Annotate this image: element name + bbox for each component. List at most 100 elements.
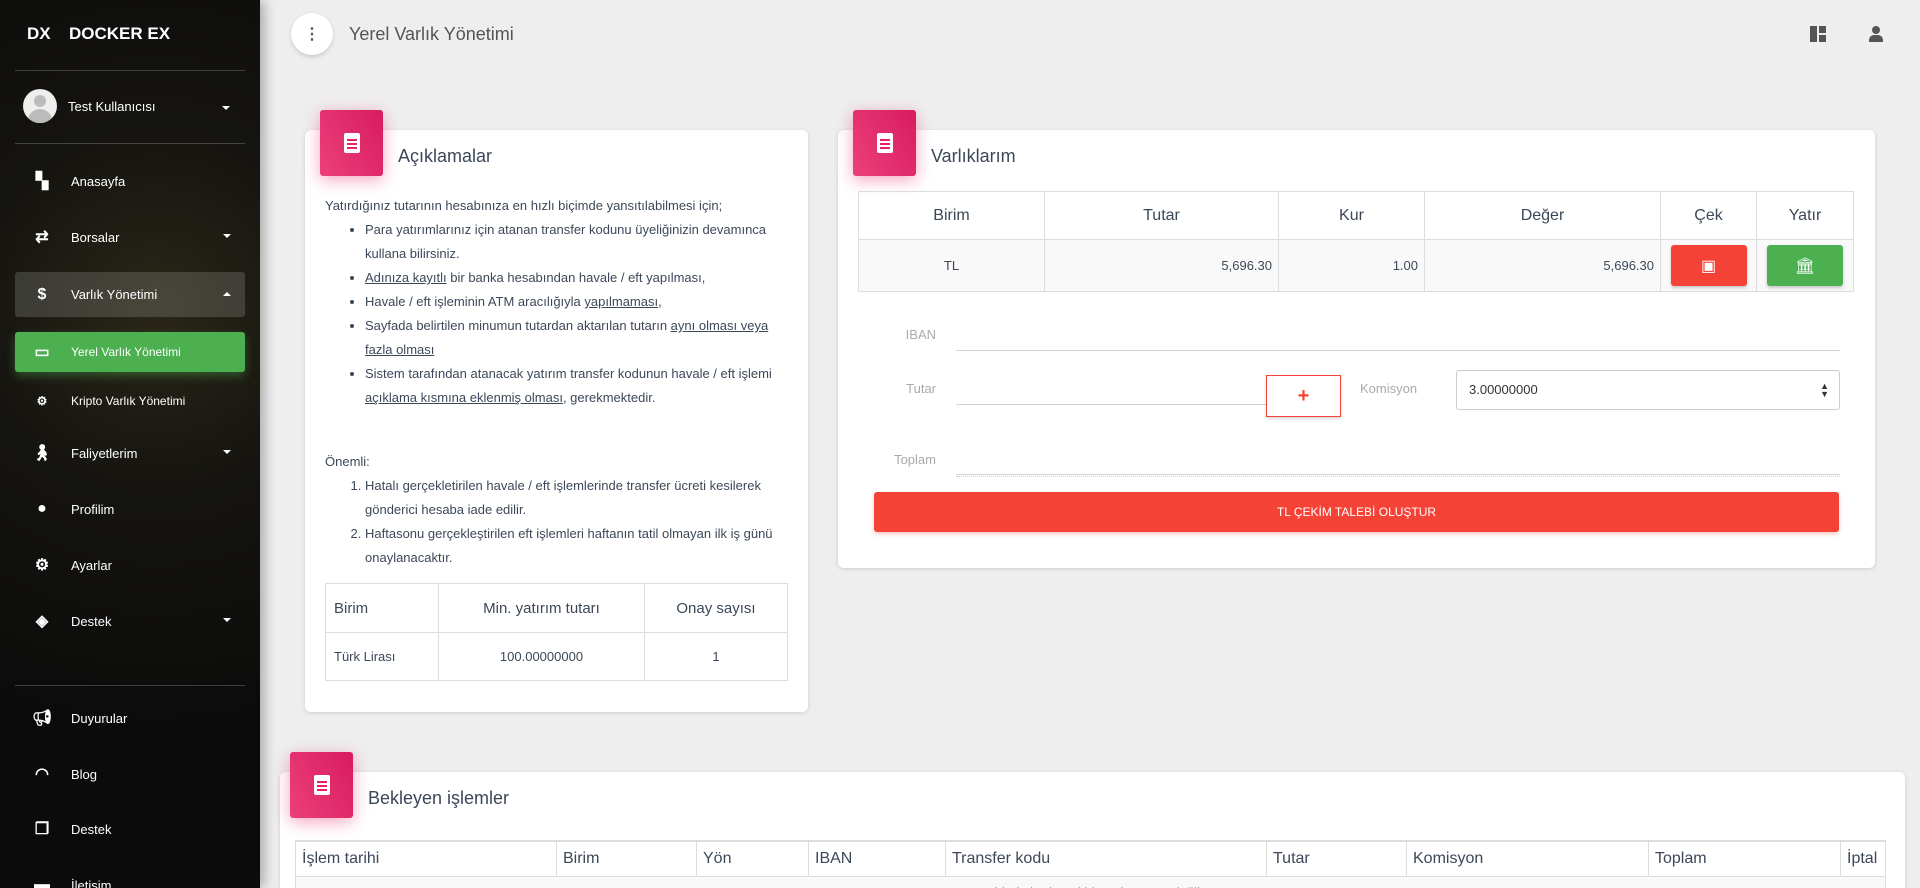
komisyon-label: Komisyon <box>1360 381 1418 396</box>
sidebar-item-destek-docs[interactable]: ❐ Destek <box>15 809 245 849</box>
table-header: Birim Min. yatırım tutarı Onay sayısı <box>325 583 788 633</box>
nav-label: Borsalar <box>71 229 120 245</box>
gear-icon: ⚙ <box>34 557 50 574</box>
dollar-icon: $ <box>37 285 47 303</box>
tutar-input[interactable] <box>956 404 1266 405</box>
sidebar-item-anasayfa[interactable]: ▚ Anasayfa <box>15 161 245 201</box>
sidebar-item-yerel-varlik[interactable]: ▭ Yerel Varlık Yönetimi <box>15 332 245 372</box>
iban-input[interactable] <box>956 350 1840 351</box>
sidebar-item-kripto-varlik[interactable]: ⚙ Kripto Varlık Yönetimi <box>15 381 245 421</box>
wallet-icon: ▣ <box>1700 257 1717 275</box>
chevron-down-icon <box>222 106 230 110</box>
ticket-icon: ◈ <box>35 613 49 630</box>
column-header: Yatır <box>1756 191 1854 240</box>
nav-label: İletişim <box>71 877 112 888</box>
nav-label: Profilim <box>71 501 115 517</box>
dashboard-icon <box>1810 26 1817 42</box>
bullet-text: , <box>658 294 662 309</box>
sidebar-item-borsalar[interactable]: ⇄ Borsalar <box>15 217 245 257</box>
sidebar-item-destek[interactable]: ◈ Destek <box>15 601 245 641</box>
page-title: Yerel Varlık Yönetimi <box>349 24 514 44</box>
money-icon: ▭ <box>34 344 50 361</box>
column-header: Onay sayısı <box>644 583 788 633</box>
bullet-text: , gerekmektedir. <box>562 390 656 405</box>
bullet-text: Sayfada belirtilen minumun tutardan akta… <box>365 318 671 333</box>
max-amount-button[interactable]: + <box>1266 375 1341 417</box>
note: Haftasonu gerçekleştirilen eft işlemleri… <box>365 522 795 570</box>
column-header[interactable]: Komisyon <box>1406 840 1649 877</box>
komisyon-select[interactable]: 3.00000000 ▲ ▼ <box>1456 370 1840 410</box>
card-title: Varlıklarım <box>931 146 1016 166</box>
sidebar-item-iletisim[interactable]: ▬ İletişim <box>15 865 245 888</box>
important-heading: Önemli: <box>325 454 370 469</box>
divider <box>15 685 245 686</box>
sidebar-item-varlik-yonetimi[interactable]: $ Varlık Yönetimi <box>15 272 245 317</box>
submit-withdraw-button[interactable]: TL ÇEKİM TALEBİ OLUŞTUR <box>874 492 1839 532</box>
table-header: İşlem tarihi Birim Yön IBAN Transfer kod… <box>295 840 1886 877</box>
cell: 5,696.30 <box>1424 239 1661 292</box>
sidebar-item-faliyetlerim[interactable]: 🚶︎ Faliyetlerim <box>15 433 245 473</box>
column-header: Tutar <box>1044 191 1279 240</box>
logo-text[interactable]: DOCKER EX <box>69 24 170 44</box>
nav-label: Blog <box>71 766 98 782</box>
person-icon <box>1872 26 1880 34</box>
documents-icon: ❐ <box>34 821 50 838</box>
bullet-text: Sistem tarafından atanacak yatırım trans… <box>365 366 772 381</box>
nav-label: Destek <box>71 613 112 629</box>
divider <box>15 70 245 71</box>
logo-mini[interactable]: DX <box>27 24 51 44</box>
card-title: Bekleyen işlemler <box>368 788 510 808</box>
dashboard-button[interactable] <box>1810 26 1826 42</box>
bullet: Sayfada belirtilen minumun tutardan akta… <box>365 314 795 362</box>
bullet: Para yatırımlarınız için atanan transfer… <box>365 218 795 266</box>
table-row: TL 5,696.30 1.00 5,696.30 ▣ 🏛︎ <box>858 239 1854 292</box>
bullet-text: bir banka hesabından havale / eft yapılm… <box>446 270 706 285</box>
cell: 5,696.30 <box>1044 239 1279 292</box>
user-menu[interactable]: Test Kullanıcısı <box>0 86 260 126</box>
user-name: Test Kullanıcısı <box>68 99 156 114</box>
bullet-emph: açıklama kısmına eklenmiş olması <box>365 390 563 405</box>
note: Hatalı gerçekletirilen havale / eft işle… <box>365 474 795 522</box>
sidebar-item-duyurular[interactable]: 📢︎ Duyurular <box>15 698 245 738</box>
column-header[interactable]: Tutar <box>1266 840 1407 877</box>
column-header[interactable]: İşlem tarihi <box>295 840 557 877</box>
min-deposit-table: Birim Min. yatırım tutarı Onay sayısı Tü… <box>325 583 788 681</box>
column-header[interactable]: Birim <box>556 840 697 877</box>
cell: 🏛︎ <box>1756 239 1854 292</box>
sidebar: DX DOCKER EX Test Kullanıcısı ▚ Anasayfa … <box>0 0 260 888</box>
bullet: Sistem tarafından atanacak yatırım trans… <box>365 362 795 410</box>
dashboard-icon-part <box>1819 26 1826 33</box>
clipboard-icon <box>313 775 330 795</box>
table-row: Tabloda herhangi bir veri mevcut değil <box>295 875 1886 888</box>
sidebar-item-ayarlar[interactable]: ⚙ Ayarlar <box>15 545 245 585</box>
column-header[interactable]: IBAN <box>808 840 946 877</box>
swap-icon: ⇄ <box>35 229 49 246</box>
toplam-input[interactable] <box>956 474 1840 477</box>
column-header[interactable]: Transfer kodu <box>945 840 1267 877</box>
empty-message: Tabloda herhangi bir veri mevcut değil <box>295 875 1886 888</box>
table-row: Türk Lirası 100.00000000 1 <box>325 632 788 681</box>
komisyon-value: 3.00000000 <box>1469 382 1538 397</box>
bank-icon: 🏛︎ <box>1794 257 1816 275</box>
tutar-label: Tutar <box>906 381 936 396</box>
column-header[interactable]: İptal <box>1840 840 1886 877</box>
sidebar-item-blog[interactable]: ◠ Blog <box>15 754 245 794</box>
column-header[interactable]: Yön <box>696 840 809 877</box>
megaphone-icon: 📢︎ <box>31 710 53 727</box>
cell: Türk Lirası <box>325 632 439 681</box>
avatar <box>23 89 57 123</box>
cell: 1.00 <box>1278 239 1425 292</box>
profile-button[interactable] <box>1868 26 1884 42</box>
nav-label: Kripto Varlık Yönetimi <box>71 394 186 408</box>
clipboard-icon <box>343 133 360 153</box>
divider <box>15 143 245 144</box>
nav-label: Duyurular <box>71 710 128 726</box>
chevron-down-icon <box>223 234 231 238</box>
more-vert-button[interactable]: ⋮ <box>291 13 333 55</box>
instructions: Yatırdığınız tutarının hesabınıza en hız… <box>325 194 795 570</box>
deposit-button[interactable]: 🏛︎ <box>1767 245 1843 286</box>
withdraw-button[interactable]: ▣ <box>1670 245 1747 286</box>
cell: 100.00000000 <box>438 632 645 681</box>
column-header[interactable]: Toplam <box>1648 840 1841 877</box>
sidebar-item-profilim[interactable]: ● Profilim <box>15 489 245 529</box>
